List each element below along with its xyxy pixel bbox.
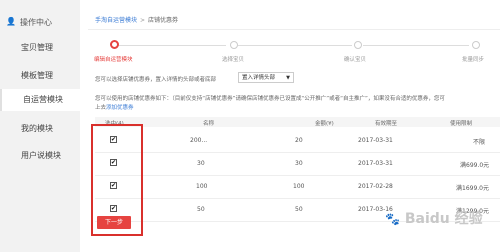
instruction-text: 您可以选择店铺优惠券，置入详情的头部或者底部 [95, 77, 217, 83]
divider [88, 29, 500, 30]
breadcrumb: 手淘自运营模块 > 店铺优惠券 [95, 15, 178, 24]
step-dot-active [110, 40, 119, 49]
step-dot [354, 41, 362, 49]
table-row: ✔ 200... 20 2017-03-31 不限 [95, 129, 500, 153]
step-label: 批量同步 [462, 57, 485, 63]
sidebar-item-label: 用户说模块 [21, 151, 61, 160]
step-label: 选择宝贝 [222, 57, 245, 63]
coupon-name: 30 [197, 160, 205, 167]
column-header-expiry: 有效期至 [375, 121, 398, 127]
sidebar-item-templates[interactable]: 模板管理 [0, 65, 80, 87]
step-connector [238, 45, 352, 46]
coupon-expiry: 2017-02-28 [358, 183, 393, 190]
breadcrumb-separator: > [140, 17, 146, 24]
column-header-limit: 使用限制 [450, 121, 473, 127]
coupon-name: 100 [196, 183, 208, 190]
caret-down-icon: ▼ [286, 75, 290, 81]
sidebar-item-self-operation[interactable]: 自运营模块 [0, 89, 80, 111]
coupon-amount: 30 [295, 160, 303, 167]
coupon-notice: 您可以使用的店铺优惠券如下：（目前仅支持“店铺优惠券”请确保店铺优惠券已设置成“… [95, 95, 499, 113]
coupon-amount: 50 [295, 206, 303, 213]
sidebar-item-label: 模板管理 [21, 71, 53, 80]
paw-logo-icon: 🐾 [385, 212, 400, 226]
sidebar-item-label: 宝贝管理 [21, 43, 53, 52]
coupon-name: 50 [197, 206, 205, 213]
column-header-name: 名称 [203, 121, 215, 127]
coupon-amount: 20 [295, 137, 303, 144]
sidebar-item-products[interactable]: 宝贝管理 [0, 37, 80, 59]
step-dot [230, 41, 238, 49]
user-icon: 👤 [6, 17, 16, 26]
sidebar-item-my-modules[interactable]: 我的模块 [0, 118, 80, 140]
coupon-limit: 不限 [473, 139, 486, 146]
breadcrumb-current: 店铺优惠券 [148, 17, 179, 24]
position-select[interactable]: 置入详情头部 ▼ [238, 72, 294, 83]
next-step-button[interactable]: 下一步 [97, 216, 131, 229]
coupon-amount: 100 [293, 183, 305, 190]
coupon-notice-line2: 上去添加优惠券 [95, 104, 499, 113]
sidebar-item-user-says[interactable]: 用户说模块 [0, 145, 80, 167]
sidebar: 👤 操作中心 宝贝管理 模板管理 自运营模块 我的模块 用户说模块 [0, 0, 80, 252]
table-row: ✔ 30 30 2017-03-31 满699.0元 [95, 152, 500, 176]
step-label: 编辑自运营模块 [94, 57, 133, 63]
step-progress: 编辑自运营模块 选择宝贝 确认宝贝 批量同步 [88, 38, 500, 68]
coupon-limit: 满1699.0元 [456, 185, 489, 192]
watermark-text: Baidu 经验 [404, 211, 483, 227]
coupon-expiry: 2017-03-31 [358, 160, 393, 167]
coupon-name: 200... [190, 137, 208, 144]
sidebar-item-label: 我的模块 [21, 124, 53, 133]
step-connector [118, 45, 226, 46]
table-row: ✔ 100 100 2017-02-28 满1699.0元 [95, 175, 500, 199]
baidu-watermark: 🐾 Baidu 经验 [385, 208, 483, 228]
coupon-notice-line: 您可以使用的店铺优惠券如下：（目前仅支持“店铺优惠券”请确保店铺优惠券已设置成“… [95, 96, 445, 102]
coupon-limit: 满699.0元 [460, 162, 490, 169]
sidebar-header-label: 操作中心 [20, 18, 52, 27]
step-dot [472, 41, 480, 49]
table-header: 选中(4) 名称 金额(¥) 有效期至 使用限制 [95, 117, 500, 127]
position-select-value: 置入详情头部 [242, 75, 276, 81]
breadcrumb-link[interactable]: 手淘自运营模块 [95, 17, 137, 24]
add-coupon-link[interactable]: 添加优惠券 [106, 105, 134, 111]
coupon-expiry: 2017-03-31 [358, 137, 393, 144]
step-connector [363, 45, 469, 46]
column-header-amount: 金额(¥) [315, 121, 334, 127]
sidebar-header: 👤 操作中心 [0, 12, 80, 32]
coupon-notice-prefix: 上去 [95, 105, 107, 111]
step-label: 确认宝贝 [344, 57, 367, 63]
sidebar-item-label: 自运营模块 [23, 95, 63, 104]
